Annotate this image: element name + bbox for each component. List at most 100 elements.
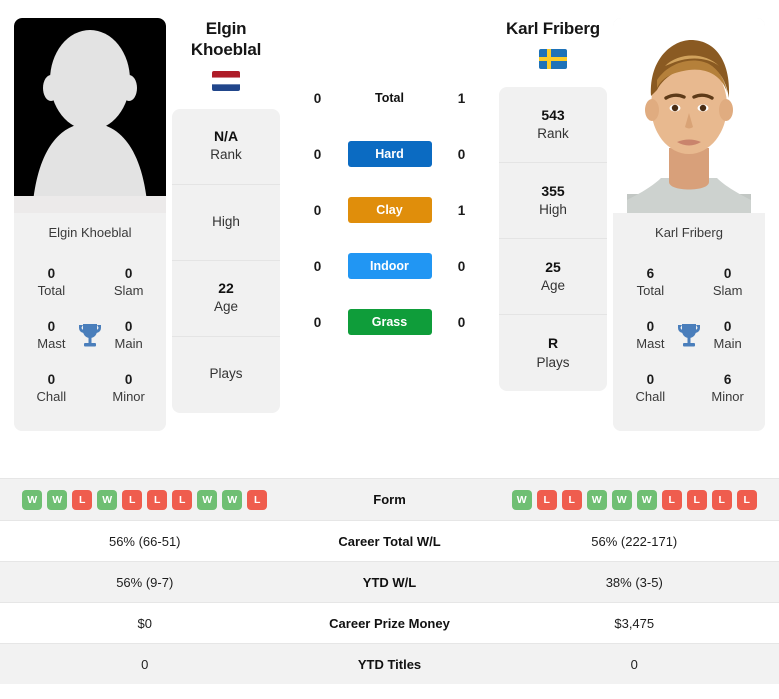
right-form-badge[interactable]: L (536, 489, 557, 510)
right-age-cell: 25 Age (499, 239, 607, 316)
right-form-badge[interactable]: L (661, 489, 682, 510)
right-titles-minor-label: Minor (711, 389, 744, 405)
right-high-value: 355 (541, 182, 565, 199)
left-form-badge[interactable]: L (147, 489, 168, 510)
left-form-badge[interactable]: W (97, 489, 118, 510)
right-player-photo-caption: Karl Friberg (613, 213, 765, 250)
left-age-label: Age (213, 299, 239, 315)
right-player-photo-column: Karl Friberg 6 Total 0 Slam 0 Mast 0 Mai… (613, 18, 765, 432)
right-form-badge[interactable]: W (611, 489, 632, 510)
left-titles-total-value: 0 (47, 266, 56, 281)
left-player-photo-column: Elgin Khoeblal 0 Total 0 Slam 0 Mast 0 M… (14, 18, 166, 432)
left-form-badges: WWLWLLLWWL (0, 489, 290, 510)
h2h-right-count-total: 1 (457, 90, 466, 106)
surface-bar-indoor[interactable]: Indoor (347, 253, 432, 279)
right-titles-row-2: 0 Mast 0 Main (623, 309, 755, 362)
right-titles-row-3: 0 Chall 6 Minor (623, 362, 755, 415)
comparison-header: Elgin Khoeblal 0 Total 0 Slam 0 Mast 0 M… (0, 0, 779, 478)
sweden-flag-icon (539, 49, 567, 70)
stats-row-career-prize-money: $0 Career Prize Money $3,475 (0, 602, 779, 643)
left-age-cell: 22 Age (172, 261, 280, 337)
left-rank-cell: N/A Rank (172, 109, 280, 185)
left-form-badge[interactable]: W (222, 489, 243, 510)
right-titles-chall: 0 Chall (627, 371, 674, 406)
left-titles-main-label: Main (114, 336, 143, 352)
left-player-flag-wrap (172, 70, 280, 91)
right-form-badge[interactable]: W (586, 489, 607, 510)
stats-right-career-prize-money: $3,475 (614, 615, 655, 631)
right-form-badge[interactable]: L (711, 489, 732, 510)
left-form-badge[interactable]: L (122, 489, 143, 510)
h2h-label-wrap-total: Total (338, 91, 442, 105)
right-titles-main-value: 0 (723, 319, 732, 335)
right-titles-slam: 0 Slam (704, 265, 751, 300)
left-form-badge[interactable]: L (172, 489, 193, 510)
right-age-label: Age (540, 278, 566, 294)
stats-row-career-total-w-l: 56% (66-51) Career Total W/L 56% (222-171) (0, 520, 779, 561)
stats-right-ytd-w-l: 38% (3-5) (605, 574, 663, 590)
right-titles-total-label: Total (636, 283, 665, 299)
right-plays-cell: R Plays (499, 315, 607, 391)
h2h-label-wrap-clay: Clay (338, 197, 442, 223)
right-form-badge[interactable]: W (511, 489, 532, 510)
right-titles-minor-value: 6 (723, 372, 732, 388)
right-form-badge[interactable]: W (636, 489, 657, 510)
left-form-badge[interactable]: L (72, 489, 93, 510)
left-titles-chall-label: Chall (36, 389, 67, 405)
left-plays-label: Plays (209, 366, 243, 382)
h2h-row-clay: 0 Clay 1 (286, 182, 493, 238)
left-form-badge[interactable]: W (22, 489, 43, 510)
left-high-label: High (212, 213, 240, 229)
right-player-photo (613, 18, 765, 213)
left-titles-row-2: 0 Mast 0 Main (24, 309, 156, 362)
right-form-badge[interactable]: L (736, 489, 757, 510)
stats-row-form: W W L W L L L W W L Form W L L W W W L L L L (0, 478, 779, 520)
right-player-flag-wrap (499, 49, 607, 70)
right-player-rank-card: 543 Rank 355 High 25 Age R Plays (499, 87, 607, 392)
left-titles-minor: 0 Minor (105, 371, 152, 406)
left-form-badge[interactable]: L (247, 489, 268, 510)
left-titles-chall: 0 Chall (28, 371, 75, 406)
surface-bar-grass[interactable]: Grass (347, 309, 432, 335)
left-form-badge[interactable]: W (47, 489, 68, 510)
left-titles-mast-label: Mast (37, 336, 66, 352)
stats-label-ytd-w-l: YTD W/L (362, 574, 417, 590)
left-titles-main: 0 Main (105, 318, 152, 353)
surface-bar-hard[interactable]: Hard (347, 141, 432, 167)
left-titles-slam: 0 Slam (105, 265, 152, 300)
right-titles-mast-value: 0 (646, 319, 655, 335)
right-titles-chall-value: 0 (646, 372, 655, 388)
right-rank-cell: 543 Rank (499, 87, 607, 164)
h2h-left-count-hard: 0 (313, 146, 322, 162)
h2h-right-count-clay: 1 (457, 202, 466, 218)
left-player-photo (14, 18, 166, 213)
h2h-label-wrap-hard: Hard (338, 141, 442, 167)
right-titles-slam-label: Slam (712, 283, 743, 299)
trophy-icon (75, 322, 106, 350)
left-form-badge[interactable]: W (197, 489, 218, 510)
left-rank-label: Rank (210, 147, 242, 163)
right-player-card: Karl Friberg 6 Total 0 Slam 0 Mast 0 Mai… (613, 18, 765, 432)
left-player-rank-card: N/A Rank High 22 Age Plays (172, 108, 280, 413)
right-titles-minor: 6 Minor (704, 371, 751, 406)
stats-left-career-total-w-l: 56% (66-51) (108, 533, 181, 549)
left-titles-chall-value: 0 (47, 372, 56, 388)
h2h-right-count-grass: 0 (457, 314, 466, 330)
h2h-right-count-hard: 0 (457, 146, 466, 162)
left-player-name: Elgin Khoeblal (172, 18, 280, 61)
right-titles-slam-value: 0 (723, 266, 732, 281)
right-plays-value: R (547, 335, 559, 351)
netherlands-flag-icon (212, 70, 240, 91)
left-titles-slam-value: 0 (124, 266, 133, 281)
left-titles-total: 0 Total (28, 265, 75, 300)
stats-row-ytd-w-l: 56% (9-7) YTD W/L 38% (3-5) (0, 561, 779, 602)
left-titles-minor-value: 0 (124, 372, 133, 388)
stats-right-ytd-titles: 0 (630, 656, 638, 672)
trophy-icon (674, 322, 705, 350)
right-form-badge[interactable]: L (686, 489, 707, 510)
left-player-info-column: Elgin Khoeblal N/A Rank High 22 Age Play… (166, 18, 286, 413)
surface-bar-clay[interactable]: Clay (347, 197, 432, 223)
h2h-left-count-clay: 0 (313, 202, 322, 218)
head-to-head-column: 0 Total 1 0 Hard 0 0 Clay 1 0 Indoor 0 0 Grass 0 (286, 18, 493, 350)
right-form-badge[interactable]: L (561, 489, 582, 510)
